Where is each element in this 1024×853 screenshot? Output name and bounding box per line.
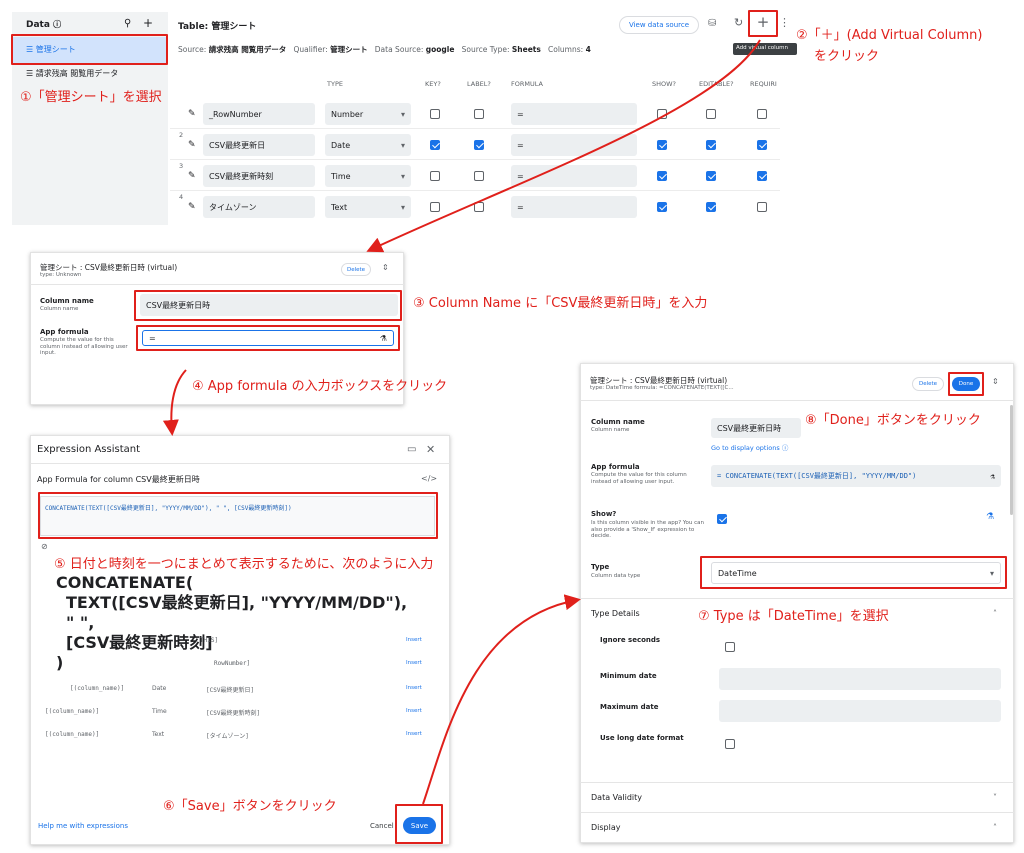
arrow-to-expression-assistant xyxy=(162,369,187,436)
arrow-to-final-panel xyxy=(422,594,581,805)
arrow-to-column-panel xyxy=(366,39,761,253)
annotation-arrows xyxy=(162,39,761,805)
